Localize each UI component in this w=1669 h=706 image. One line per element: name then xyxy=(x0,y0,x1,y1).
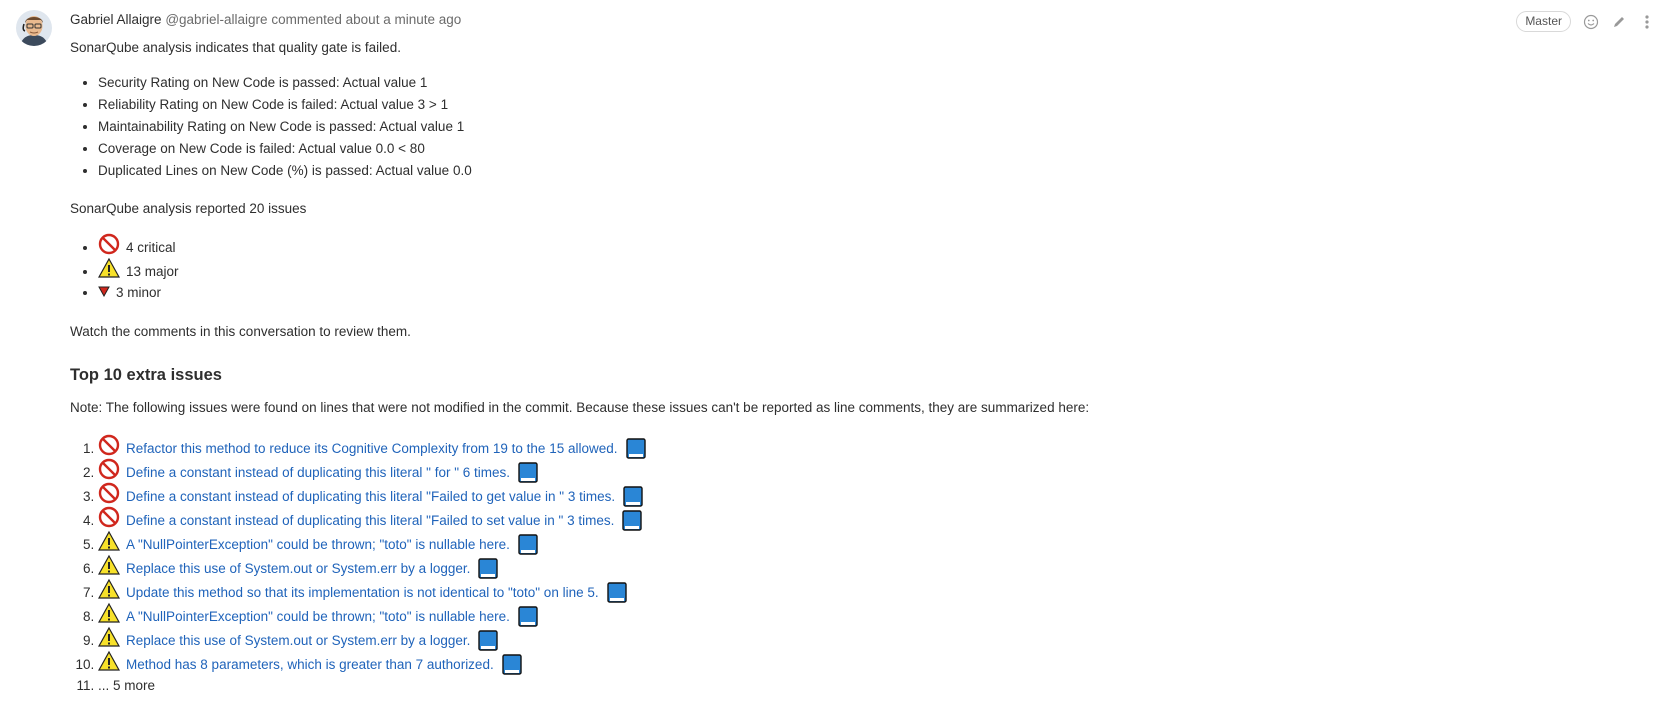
comment-action: commented xyxy=(271,12,342,27)
author-name[interactable]: Gabriel Allaigre xyxy=(70,12,162,27)
rule-book-icon[interactable] xyxy=(518,462,538,484)
list-item: Define a constant instead of duplicating… xyxy=(98,482,1630,508)
rule-book-icon[interactable] xyxy=(623,486,643,508)
list-item: Replace this use of System.out or System… xyxy=(97,626,1630,652)
rule-book-icon[interactable] xyxy=(478,558,499,580)
quality-gate-intro: SonarQube analysis indicates that qualit… xyxy=(70,40,401,55)
list-item: Reliability Rating on New Code is failed… xyxy=(98,94,1630,116)
list-item: 13 major xyxy=(97,257,1630,281)
avatar[interactable] xyxy=(16,10,52,46)
list-item: Define a constant instead of duplicating… xyxy=(98,458,1630,484)
issue-list: Refactor this method to reduce its Cogni… xyxy=(70,434,1630,698)
list-item: 3 minor xyxy=(98,281,1630,305)
issues-summary: SonarQube analysis reported 20 issues xyxy=(70,201,307,216)
list-item: A "NullPointerException" could be thrown… xyxy=(97,530,1630,556)
list-item: Replace this use of System.out or System… xyxy=(97,554,1630,580)
list-item: Coverage on New Code is failed: Actual v… xyxy=(98,138,1630,160)
list-item: Maintainability Rating on New Code is pa… xyxy=(98,116,1630,138)
extra-issues-note: Note: The following issues were found on… xyxy=(70,400,1090,415)
rule-book-icon[interactable] xyxy=(625,438,646,460)
comment-actions: Master xyxy=(1516,11,1655,32)
list-item: Update this method so that its implement… xyxy=(97,578,1630,604)
list-item: 4 critical xyxy=(98,233,1630,257)
quality-gate-list: Security Rating on New Code is passed: A… xyxy=(70,72,1630,182)
severity-list: 4 critical 13 major 3 minor xyxy=(70,233,1630,305)
minor-icon xyxy=(98,281,110,305)
list-item: Security Rating on New Code is passed: A… xyxy=(98,72,1630,94)
comment-header: Gabriel Allaigre @gabriel-allaigre comme… xyxy=(70,11,461,29)
more-actions-icon[interactable] xyxy=(1639,14,1655,30)
watch-note: Watch the comments in this conversation … xyxy=(70,324,411,339)
extra-issues-heading: Top 10 extra issues xyxy=(70,366,222,384)
rule-book-icon[interactable] xyxy=(478,630,499,652)
role-badge: Master xyxy=(1516,11,1571,32)
rule-book-icon[interactable] xyxy=(606,582,627,604)
edit-pencil-icon[interactable] xyxy=(1611,14,1627,30)
rule-book-icon[interactable] xyxy=(502,654,522,676)
author-handle[interactable]: @gabriel-allaigre xyxy=(165,12,267,27)
rule-book-icon[interactable] xyxy=(518,606,538,628)
comment-body: SonarQube analysis indicates that qualit… xyxy=(70,38,1630,698)
list-item: Define a constant instead of duplicating… xyxy=(98,506,1630,532)
emoji-reaction-icon[interactable] xyxy=(1583,14,1599,30)
list-item: Duplicated Lines on New Code (%) is pass… xyxy=(98,160,1630,182)
list-item: A "NullPointerException" could be thrown… xyxy=(97,602,1630,628)
list-item: Method has 8 parameters, which is greate… xyxy=(97,650,1630,677)
rule-book-icon[interactable] xyxy=(518,534,538,556)
list-item: Refactor this method to reduce its Cogni… xyxy=(98,434,1630,460)
comment-time[interactable]: about a minute ago xyxy=(346,12,462,27)
severity-label: 3 minor xyxy=(116,285,162,301)
rule-book-icon[interactable] xyxy=(622,510,643,532)
issue-link[interactable]: Method has 8 parameters, which is greate… xyxy=(126,653,494,677)
